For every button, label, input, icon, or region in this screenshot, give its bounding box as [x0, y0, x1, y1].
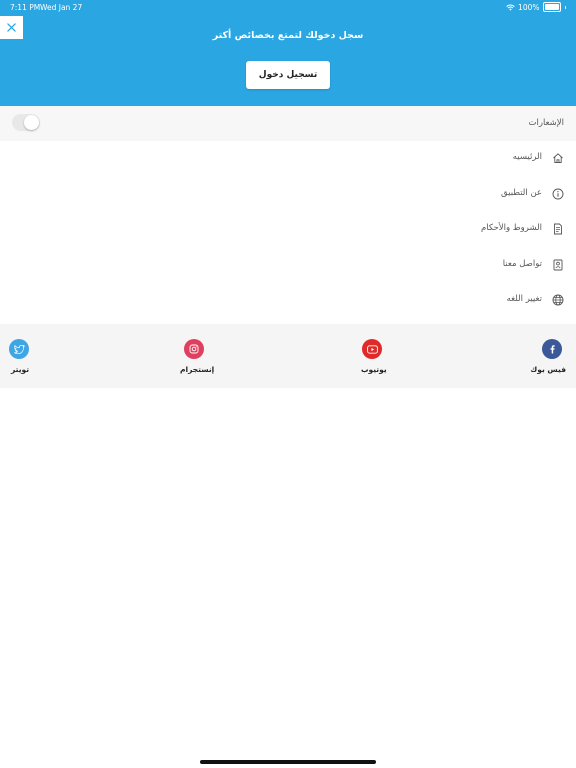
youtube-circle [362, 339, 382, 359]
battery-cap [564, 5, 566, 9]
instagram-circle [184, 339, 204, 359]
instagram-icon [189, 344, 199, 354]
menu-item-contact[interactable]: تواصل معنا [0, 248, 576, 284]
youtube-icon [366, 344, 378, 354]
battery-fill [544, 4, 559, 10]
home-icon [553, 153, 563, 163]
status-date: Wed Jan 27 [40, 3, 83, 12]
facebook-link[interactable]: فيس بوك [516, 339, 576, 384]
twitter-icon [13, 344, 25, 354]
social-label: فيس بوك [530, 365, 566, 374]
login-header: 7:11 PM Wed Jan 27 100% سجل دخولك لتمتع … [0, 0, 576, 106]
notifications-row: الإشعارات [0, 106, 576, 141]
menu-item-language[interactable]: تغيير اللغه [0, 283, 576, 319]
login-prompt-title: سجل دخولك لتمتع بخصائص أكتر [212, 30, 364, 41]
toggle-knob [24, 115, 39, 130]
social-label: يوتيوب [361, 365, 387, 374]
facebook-icon [550, 345, 555, 354]
social-links-bar: فيس بوك يوتيوب إنستجرام تويتر [0, 324, 576, 388]
menu-item-terms[interactable]: الشروط والأحكام [0, 212, 576, 248]
menu-item-label: عن التطبيق [501, 187, 542, 198]
menu-item-about[interactable]: عن التطبيق [0, 177, 576, 213]
home-indicator [200, 760, 376, 764]
menu-item-label: تواصل معنا [502, 258, 542, 269]
wifi-icon [506, 4, 515, 11]
contact-card-icon [553, 259, 563, 271]
notifications-toggle[interactable] [12, 114, 40, 131]
info-icon [552, 188, 564, 200]
status-right: 100% [506, 2, 566, 12]
menu-item-home[interactable]: الرئيسيه [0, 141, 576, 177]
side-menu: الرئيسيه عن التطبيق الشروط والأحكام تواص… [0, 141, 576, 319]
menu-item-label: تغيير اللغه [506, 294, 542, 305]
facebook-circle [542, 339, 562, 359]
youtube-link[interactable]: يوتيوب [342, 339, 402, 384]
document-icon [554, 223, 562, 235]
status-time: 7:11 PM [10, 3, 41, 12]
social-label: إنستجرام [180, 365, 215, 374]
twitter-circle [9, 339, 29, 359]
menu-item-label: الرئيسيه [512, 152, 542, 162]
login-button[interactable]: تسجيل دخول [246, 61, 330, 89]
globe-icon [552, 294, 564, 306]
social-label: تويتر [11, 365, 30, 374]
instagram-link[interactable]: إنستجرام [164, 339, 224, 384]
notifications-label: الإشعارات [528, 118, 565, 128]
battery-percent: 100% [518, 2, 540, 12]
status-bar: 7:11 PM Wed Jan 27 100% [0, 0, 576, 14]
menu-item-label: الشروط والأحكام [480, 223, 542, 234]
twitter-link[interactable]: تويتر [0, 339, 60, 384]
battery-icon [542, 2, 561, 12]
